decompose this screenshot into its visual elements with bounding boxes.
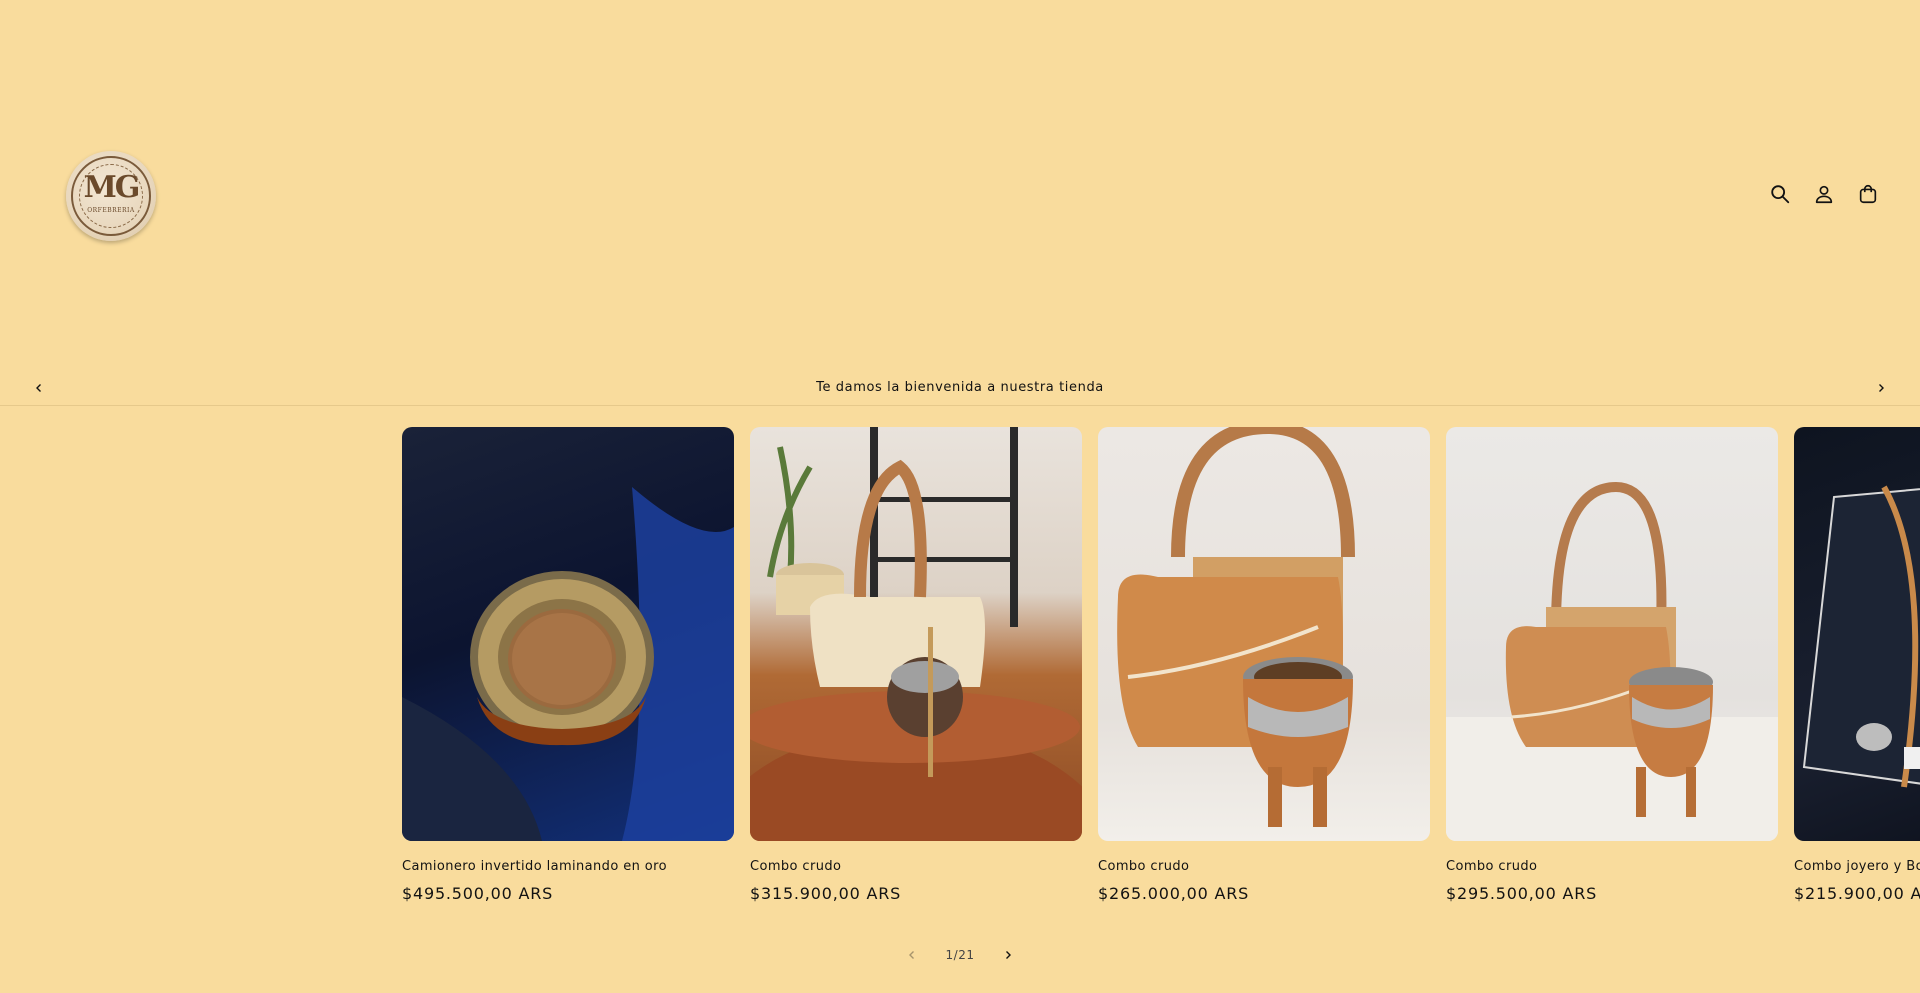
- product-card[interactable]: Combo crudo $265.000,00 ARS: [1098, 427, 1430, 903]
- product-card[interactable]: Combo joyero y Bo $215.900,00 AR: [1794, 427, 1920, 903]
- product-slider: Camionero invertido laminando en oro $49…: [402, 427, 1920, 907]
- announcement-prev-button[interactable]: [29, 378, 49, 398]
- product-title[interactable]: Combo crudo: [750, 859, 1082, 874]
- logo-monogram: MG: [83, 169, 141, 205]
- product-price: $215.900,00 AR: [1794, 884, 1920, 903]
- slider-next-button[interactable]: [998, 945, 1018, 965]
- slider-counter: 1/21: [945, 948, 975, 962]
- product-image[interactable]: [1446, 427, 1778, 841]
- account-icon[interactable]: [1810, 180, 1838, 208]
- product-card[interactable]: Combo crudo $295.500,00 ARS: [1446, 427, 1778, 903]
- cart-icon[interactable]: [1854, 180, 1882, 208]
- product-track: Camionero invertido laminando en oro $49…: [402, 427, 1920, 903]
- product-card[interactable]: Camionero invertido laminando en oro $49…: [402, 427, 734, 903]
- announcement-text: Te damos la bienvenida a nuestra tienda: [816, 380, 1104, 395]
- product-image[interactable]: [750, 427, 1082, 841]
- announcement-bar: Te damos la bienvenida a nuestra tienda: [0, 370, 1920, 406]
- product-price: $315.900,00 ARS: [750, 884, 902, 903]
- product-title[interactable]: Camionero invertido laminando en oro: [402, 859, 734, 874]
- product-image[interactable]: [1794, 427, 1920, 841]
- product-price: $295.500,00 ARS: [1446, 884, 1598, 903]
- product-title[interactable]: Combo crudo: [1098, 859, 1430, 874]
- product-title[interactable]: Combo joyero y Bo: [1794, 859, 1920, 874]
- search-icon[interactable]: [1766, 180, 1794, 208]
- product-price: $265.000,00 ARS: [1098, 884, 1250, 903]
- slider-prev-button[interactable]: [902, 945, 922, 965]
- announcement-next-button[interactable]: [1871, 378, 1891, 398]
- product-image[interactable]: [1098, 427, 1430, 841]
- logo-seal: MG ORFEBRERIA: [71, 156, 151, 236]
- logo-subtitle: ORFEBRERIA: [87, 206, 135, 214]
- header-actions: [1766, 180, 1882, 208]
- site-header: MG ORFEBRERIA: [0, 0, 1920, 390]
- product-title[interactable]: Combo crudo: [1446, 859, 1778, 874]
- product-card[interactable]: Combo crudo $315.900,00 ARS: [750, 427, 1082, 903]
- product-image[interactable]: [402, 427, 734, 841]
- slider-pagination: 1/21: [0, 945, 1920, 965]
- product-price: $495.500,00 ARS: [402, 884, 554, 903]
- store-logo[interactable]: MG ORFEBRERIA: [66, 151, 156, 241]
